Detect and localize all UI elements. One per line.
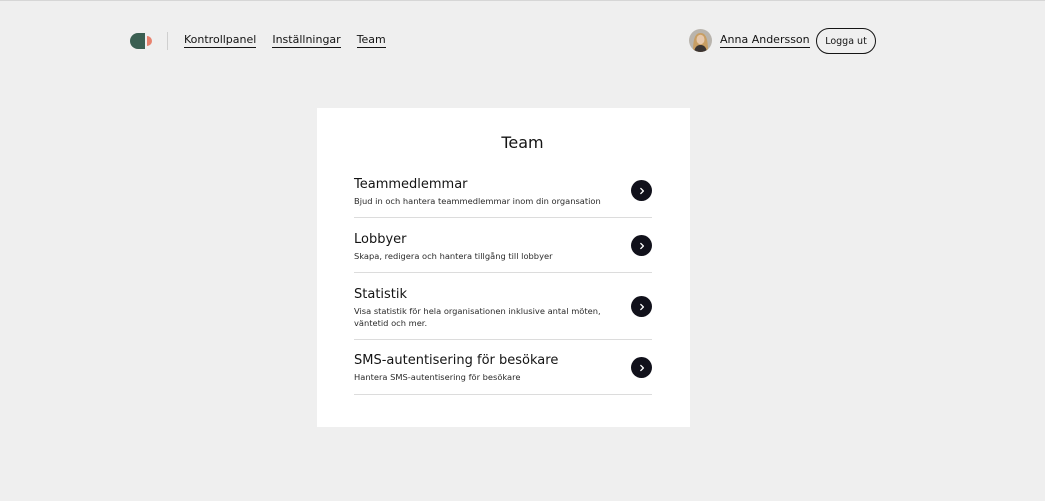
item-title: Teammedlemmar — [354, 177, 468, 192]
header: Kontrollpanel Inställningar Team Anna An… — [0, 0, 1045, 82]
item-description: Hantera SMS-autentisering för besökare — [354, 372, 521, 382]
list-item-statistik[interactable]: Statistik Visa statistik för hela organi… — [354, 273, 652, 340]
avatar[interactable] — [689, 29, 712, 52]
list-item-sms-autentisering[interactable]: SMS-autentisering för besökare Hantera S… — [354, 340, 652, 395]
nav-kontrollpanel[interactable]: Kontrollpanel — [184, 33, 257, 48]
page-title: Team — [501, 133, 544, 152]
chevron-right-icon[interactable] — [631, 296, 652, 317]
brand-logo[interactable] — [130, 33, 152, 49]
list-item-teammedlemmar[interactable]: Teammedlemmar Bjud in och hantera teamme… — [354, 163, 652, 218]
item-description: Skapa, redigera och hantera tillgång til… — [354, 251, 553, 261]
user-name[interactable]: Anna Andersson — [720, 33, 810, 48]
item-title: Statistik — [354, 287, 408, 302]
item-title: Lobbyer — [354, 232, 407, 247]
logout-button[interactable]: Logga ut — [816, 28, 876, 54]
team-settings-list: Teammedlemmar Bjud in och hantera teamme… — [354, 163, 652, 395]
item-title: SMS-autentisering för besökare — [354, 353, 559, 368]
chevron-right-icon[interactable] — [631, 180, 652, 201]
item-description: Visa statistik för hela organisationen i… — [354, 306, 601, 328]
user-menu: Anna Andersson — [689, 29, 810, 52]
chevron-right-icon[interactable] — [631, 357, 652, 378]
item-description: Bjud in och hantera teammedlemmar inom d… — [354, 196, 601, 206]
nav-installningar[interactable]: Inställningar — [272, 33, 341, 48]
nav-team[interactable]: Team — [356, 33, 386, 48]
main-nav: Kontrollpanel Inställningar Team — [184, 33, 386, 48]
list-item-lobbyer[interactable]: Lobbyer Skapa, redigera och hantera till… — [354, 218, 652, 273]
header-divider — [167, 32, 168, 50]
chevron-right-icon[interactable] — [631, 235, 652, 256]
